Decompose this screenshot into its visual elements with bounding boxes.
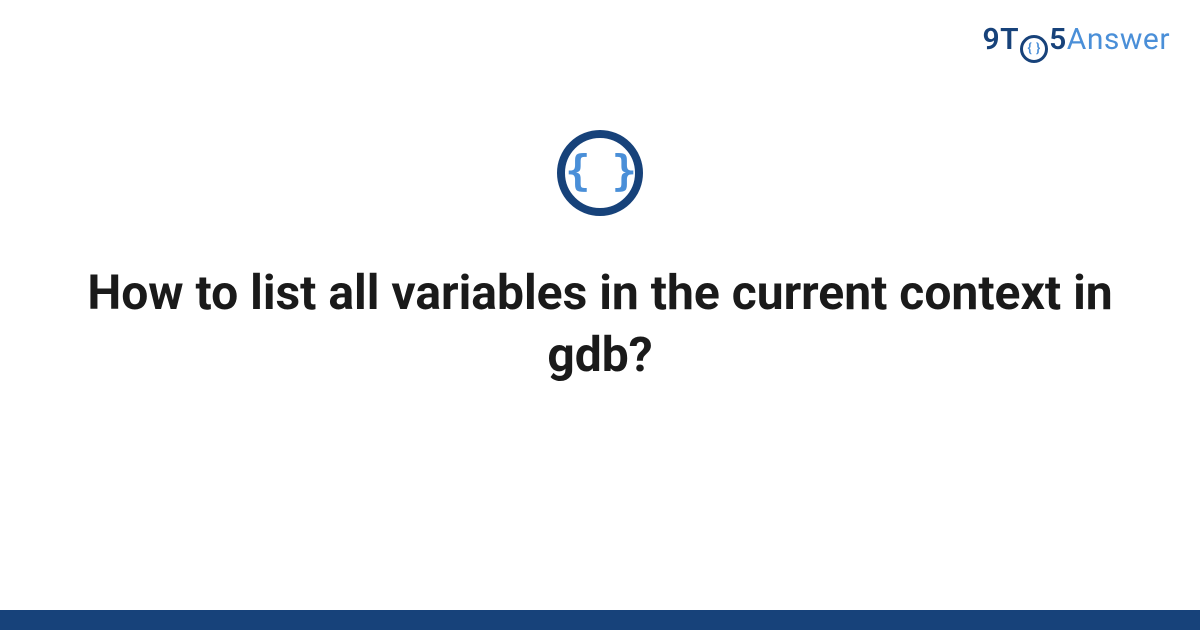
code-braces-icon: { } (565, 150, 635, 192)
logo-braces-icon: { } (1027, 42, 1040, 55)
category-icon-circle: { } (557, 130, 643, 216)
footer-accent-bar (0, 610, 1200, 630)
page-title: How to list all variables in the current… (60, 262, 1140, 387)
logo-text-9t: 9T (983, 22, 1020, 57)
logo-text-5: 5 (1049, 22, 1067, 57)
site-logo: 9T { } 5 Answer (983, 22, 1170, 60)
logo-text-answer: Answer (1067, 22, 1170, 57)
logo-circle-icon: { } (1020, 35, 1048, 63)
